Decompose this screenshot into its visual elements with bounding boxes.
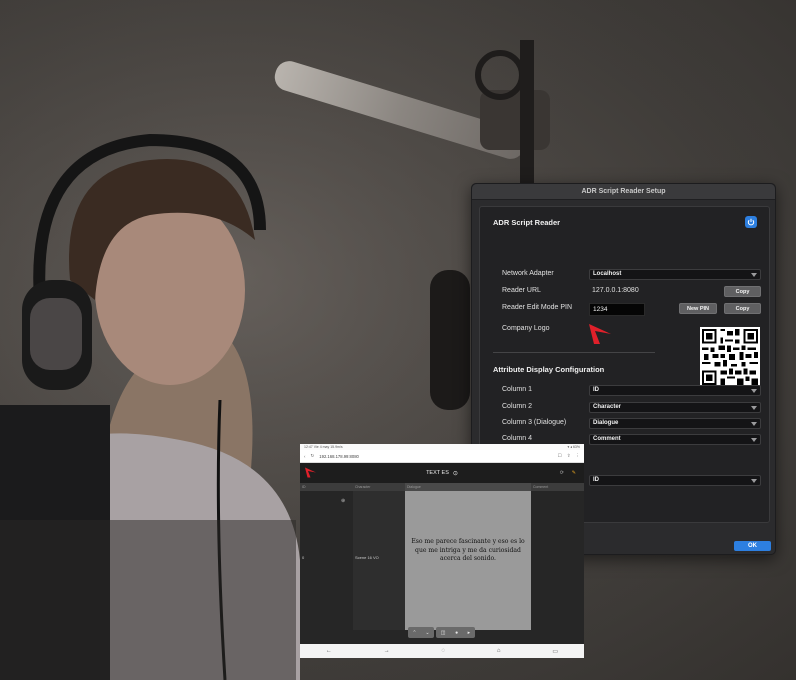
chevron-down-icon[interactable]: ⌄ — [425, 630, 429, 636]
column-1-label: Column 1 — [502, 386, 532, 393]
column-2-label: Column 2 — [502, 403, 532, 410]
add-icon[interactable]: ⊕ — [341, 498, 345, 504]
home-icon[interactable]: ⌂ — [497, 648, 501, 654]
reader-url-label: Reader URL — [502, 287, 541, 294]
copy-url-button[interactable]: Copy — [724, 286, 761, 297]
script-table: ID ⊕ 0 Character Scene 16 VO Dialogue Es… — [300, 483, 584, 630]
menu-icon[interactable]: ⋮ — [576, 453, 581, 459]
qr-code-icon — [700, 327, 760, 387]
extra-column-select[interactable]: ID — [589, 475, 761, 486]
logo-icon — [589, 324, 611, 344]
share-icon[interactable]: ⇧ — [567, 453, 571, 459]
loader-icon[interactable]: ◌ — [442, 648, 446, 654]
chevron-down-icon — [751, 406, 757, 410]
chevron-up-icon[interactable]: ⌃ — [412, 630, 416, 636]
dialog-title: ADR Script Reader Setup — [581, 188, 666, 195]
attr-section-title: Attribute Display Configuration — [493, 365, 605, 374]
app-name: ADR Script Reader — [493, 218, 561, 227]
column-2-select[interactable]: Character — [589, 402, 761, 413]
network-adapter-value: Localhost — [593, 271, 622, 277]
power-icon — [747, 218, 755, 226]
settings-icon[interactable]: ⊙ — [453, 470, 458, 477]
transport-group: ◫ ● ▸ — [436, 627, 475, 638]
section-divider — [493, 352, 655, 353]
row-id: 0 — [302, 555, 305, 560]
chevron-down-icon — [751, 479, 757, 483]
tabs-icon[interactable]: ▭ — [552, 648, 558, 655]
new-pin-button[interactable]: New PIN — [679, 303, 717, 314]
column-4-select[interactable]: Comment — [589, 434, 761, 445]
column-header-id: ID — [300, 483, 353, 491]
qr-code — [700, 327, 760, 387]
dialogue-text: Eso me parece fascinante y eso es lo que… — [411, 538, 525, 562]
playback-controls: ⌃ ⌄ ◫ ● ▸ — [408, 627, 475, 638]
url-field[interactable]: 192.168.178.99:8080 — [319, 454, 552, 459]
stop-icon[interactable]: ● — [455, 630, 458, 636]
chevron-down-icon — [751, 422, 757, 426]
column-3-label: Column 3 (Dialogue) — [502, 419, 567, 426]
record-icon[interactable]: ◫ — [441, 630, 446, 636]
column-1-value: ID — [593, 387, 599, 393]
column-4-value: Comment — [593, 436, 621, 442]
edit-pin-label: Reader Edit Mode PIN — [502, 304, 573, 311]
company-logo[interactable] — [587, 322, 613, 348]
back-icon[interactable]: ‹ — [304, 454, 306, 459]
dialogue-column[interactable]: Dialogue Eso me parece fascinante y eso … — [405, 483, 531, 630]
play-icon[interactable]: ▸ — [468, 630, 471, 636]
column-header-dialogue: Dialogue — [405, 483, 531, 491]
logo-icon — [305, 467, 316, 478]
nav-group: ⌃ ⌄ — [408, 627, 434, 638]
refresh-icon[interactable]: ⟳ — [560, 470, 564, 476]
reader-url-value: 127.0.0.1:8080 — [592, 287, 639, 294]
company-logo-label: Company Logo — [502, 325, 550, 332]
bookmark-icon[interactable]: ☐ — [558, 453, 562, 459]
edit-pin-field[interactable]: 1234 — [589, 303, 645, 316]
dialog-titlebar[interactable]: ADR Script Reader Setup — [472, 184, 775, 200]
back-arrow-icon[interactable]: ← — [326, 648, 332, 654]
extra-column-value: ID — [593, 477, 599, 483]
reader-app-bar: TEXT ES ⊙ ⟳ ✎ — [300, 463, 584, 483]
id-column: ID ⊕ 0 — [300, 483, 353, 630]
status-left: 12:47 Vie 4 may 15.9m/s — [304, 445, 343, 449]
column-1-select[interactable]: ID — [589, 385, 761, 396]
chevron-down-icon — [751, 389, 757, 393]
character-column: Character Scene 16 VO — [353, 483, 405, 630]
browser-url-bar: ‹ ↻ 192.168.178.99:8080 ☐ ⇧ ⋮ — [300, 450, 584, 463]
chevron-down-icon — [751, 438, 757, 442]
tablet-screen: 12:47 Vie 4 may 15.9m/s ▾ ◂ 63% ‹ ↻ 192.… — [300, 444, 584, 658]
app-title: TEXT ES — [426, 470, 449, 476]
row-character: Scene 16 VO — [355, 555, 379, 560]
chevron-down-icon — [751, 273, 757, 277]
network-adapter-label: Network Adapter — [502, 270, 554, 277]
power-button[interactable] — [745, 216, 757, 228]
column-header-comment: Comment — [531, 483, 584, 491]
network-adapter-select[interactable]: Localhost — [589, 269, 761, 280]
reload-icon[interactable]: ↻ — [311, 453, 315, 459]
column-4-label: Column 4 — [502, 435, 532, 442]
column-3-value: Dialogue — [593, 420, 619, 426]
tablet-nav-bar: ← → ◌ ⌂ ▭ — [300, 644, 584, 658]
ok-button[interactable]: OK — [734, 541, 771, 551]
column-3-select[interactable]: Dialogue — [589, 418, 761, 429]
column-header-character: Character — [353, 483, 405, 491]
copy-pin-button[interactable]: Copy — [724, 303, 761, 314]
comment-column: Comment — [531, 483, 584, 630]
column-2-value: Character — [593, 404, 622, 410]
status-right: ▾ ◂ 63% — [567, 445, 580, 449]
edit-icon[interactable]: ✎ — [572, 470, 576, 476]
forward-arrow-icon[interactable]: → — [384, 648, 390, 654]
